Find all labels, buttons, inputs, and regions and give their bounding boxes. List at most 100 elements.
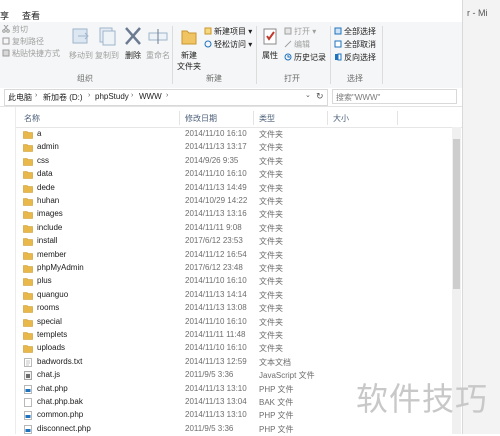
- ribbon-separator: [172, 26, 173, 84]
- dropdown-arrow-icon[interactable]: ⌄: [305, 91, 311, 99]
- group-new: 新建: [174, 24, 254, 86]
- file-row[interactable]: templets 2014/11/11 11:48 文件夹: [16, 329, 452, 342]
- folder-icon: [23, 344, 33, 354]
- file-name: css: [37, 155, 49, 165]
- file-type: PHP 文件: [259, 424, 294, 434]
- tab-share[interactable]: 享: [0, 9, 9, 22]
- file-row[interactable]: admin 2014/11/13 13:17 文件夹: [16, 141, 452, 154]
- file-type: 文件夹: [259, 183, 283, 193]
- file-type: 文件夹: [259, 317, 283, 327]
- crumb-www[interactable]: WWW: [139, 92, 162, 101]
- file-type: 文件夹: [259, 277, 283, 287]
- folder-icon: [23, 264, 33, 273]
- file-type: 文件夹: [259, 344, 283, 354]
- file-row[interactable]: dede 2014/11/13 14:49 文件夹: [16, 182, 452, 195]
- file-name: templets: [37, 330, 68, 339]
- file-date: 2014/11/13 14:49: [185, 182, 247, 192]
- file-date: 2014/11/13 12:59: [185, 356, 247, 366]
- file-row[interactable]: special 2014/11/10 16:10 文件夹: [16, 316, 452, 329]
- file-date: 2014/11/13 13:17: [185, 142, 247, 152]
- folder-icon: [23, 331, 33, 340]
- file-date: 2014/10/29 14:22: [185, 196, 248, 205]
- tab-view[interactable]: 查看: [22, 9, 40, 22]
- file-date: 2014/11/13 13:16: [185, 209, 247, 219]
- file-name: a: [37, 129, 42, 138]
- file-date: 2011/9/5 3:36: [185, 370, 234, 380]
- column-name[interactable]: 名称: [24, 113, 40, 124]
- file-name: plus: [37, 276, 52, 286]
- file-row[interactable]: images 2014/11/13 13:16 文件夹: [16, 208, 452, 221]
- file-row[interactable]: badwords.txt 2014/11/13 12:59 文本文档: [16, 356, 452, 369]
- refresh-icon[interactable]: ↻: [316, 91, 324, 102]
- file-row[interactable]: install 2017/6/12 23:53 文件夹: [16, 235, 452, 248]
- file-date: 2014/11/13 13:10: [185, 383, 247, 393]
- column-date[interactable]: 修改日期: [185, 113, 217, 124]
- file-type: 文件夹: [259, 197, 283, 206]
- chevron-right-icon: ›: [166, 92, 169, 99]
- file-type: PHP 文件: [259, 411, 294, 421]
- navigation-pane: [0, 107, 16, 434]
- file-name: huhan: [37, 196, 60, 205]
- file-row[interactable]: include 2014/11/11 9:08 文件夹: [16, 222, 452, 235]
- file-date: 2014/11/10 16:10: [185, 129, 247, 138]
- file-date: 2017/6/12 23:48: [185, 263, 243, 272]
- chevron-right-icon: ›: [35, 92, 38, 99]
- file-row[interactable]: member 2014/11/12 16:54 文件夹: [16, 249, 452, 262]
- crumb-drive[interactable]: 新加卷 (D:): [43, 92, 83, 103]
- file-name: uploads: [37, 343, 66, 353]
- column-divider[interactable]: [397, 111, 398, 125]
- crumb-this-pc[interactable]: 此电脑: [8, 92, 32, 103]
- search-input[interactable]: 搜索"WWW": [332, 89, 457, 104]
- file-type: 文件夹: [259, 223, 283, 233]
- file-date: 2014/11/10 16:10: [185, 169, 247, 179]
- file-name: special: [37, 316, 62, 326]
- column-header-row: 名称 修改日期 类型 大小: [16, 109, 462, 128]
- file-date: 2014/11/13 14:14: [185, 289, 247, 299]
- crumb-phpstudy[interactable]: phpStudy: [95, 92, 129, 101]
- file-type: 文件夹: [259, 237, 283, 247]
- file-date: 2014/11/10 16:10: [185, 276, 247, 286]
- file-date: 2014/11/11 11:48: [185, 330, 246, 339]
- file-date: 2014/11/10 16:10: [185, 343, 247, 353]
- column-divider[interactable]: [253, 111, 254, 125]
- file-name: admin: [37, 142, 59, 152]
- file-date: 2011/9/5 3:36: [185, 423, 234, 433]
- column-divider[interactable]: [327, 111, 328, 125]
- file-row[interactable]: a 2014/11/10 16:10 文件夹: [16, 128, 452, 141]
- file-name: dede: [37, 182, 55, 192]
- file-name: data: [37, 169, 53, 179]
- file-name: phpMyAdmin: [37, 263, 84, 272]
- file-row[interactable]: plus 2014/11/10 16:10 文件夹: [16, 275, 452, 288]
- column-type[interactable]: 类型: [259, 113, 275, 124]
- php-file-icon: [23, 424, 33, 434]
- group-select: 选择: [330, 24, 380, 86]
- file-row[interactable]: rooms 2014/11/13 13:08 文件夹: [16, 302, 452, 315]
- php-file-icon: [23, 384, 33, 394]
- folder-icon: [23, 130, 33, 139]
- script-file-icon: [23, 371, 33, 380]
- group-organize-label: 组织: [77, 74, 93, 83]
- column-size[interactable]: 大小: [333, 113, 349, 124]
- folder-icon: [23, 157, 33, 166]
- group-select-label: 选择: [347, 74, 363, 83]
- folder-icon: [23, 277, 33, 287]
- file-row[interactable]: phpMyAdmin 2017/6/12 23:48 文件夹: [16, 262, 452, 275]
- file-name: disconnect.php: [37, 423, 91, 433]
- file-type: 文件夹: [259, 210, 283, 220]
- file-row[interactable]: uploads 2014/11/10 16:10 文件夹: [16, 342, 452, 355]
- folder-icon: [23, 143, 33, 153]
- chevron-right-icon: ›: [131, 92, 134, 99]
- folder-icon: [23, 237, 33, 246]
- file-type: 文件夹: [259, 331, 283, 340]
- file-row[interactable]: css 2014/9/26 9:35 文件夹: [16, 155, 452, 168]
- file-row[interactable]: quanguo 2014/11/13 14:14 文件夹: [16, 289, 452, 302]
- file-row[interactable]: huhan 2014/10/29 14:22 文件夹: [16, 195, 452, 208]
- scrollbar-thumb[interactable]: [453, 139, 460, 289]
- column-divider[interactable]: [179, 111, 180, 125]
- file-date: 2014/11/12 16:54: [185, 249, 247, 259]
- file-type: 文件夹: [259, 143, 283, 153]
- breadcrumb[interactable]: 此电脑 › 新加卷 (D:) › phpStudy › WWW › ⌄ ↻: [4, 89, 328, 106]
- file-name: member: [37, 249, 67, 259]
- folder-icon: [23, 304, 33, 313]
- file-row[interactable]: data 2014/11/10 16:10 文件夹: [16, 168, 452, 181]
